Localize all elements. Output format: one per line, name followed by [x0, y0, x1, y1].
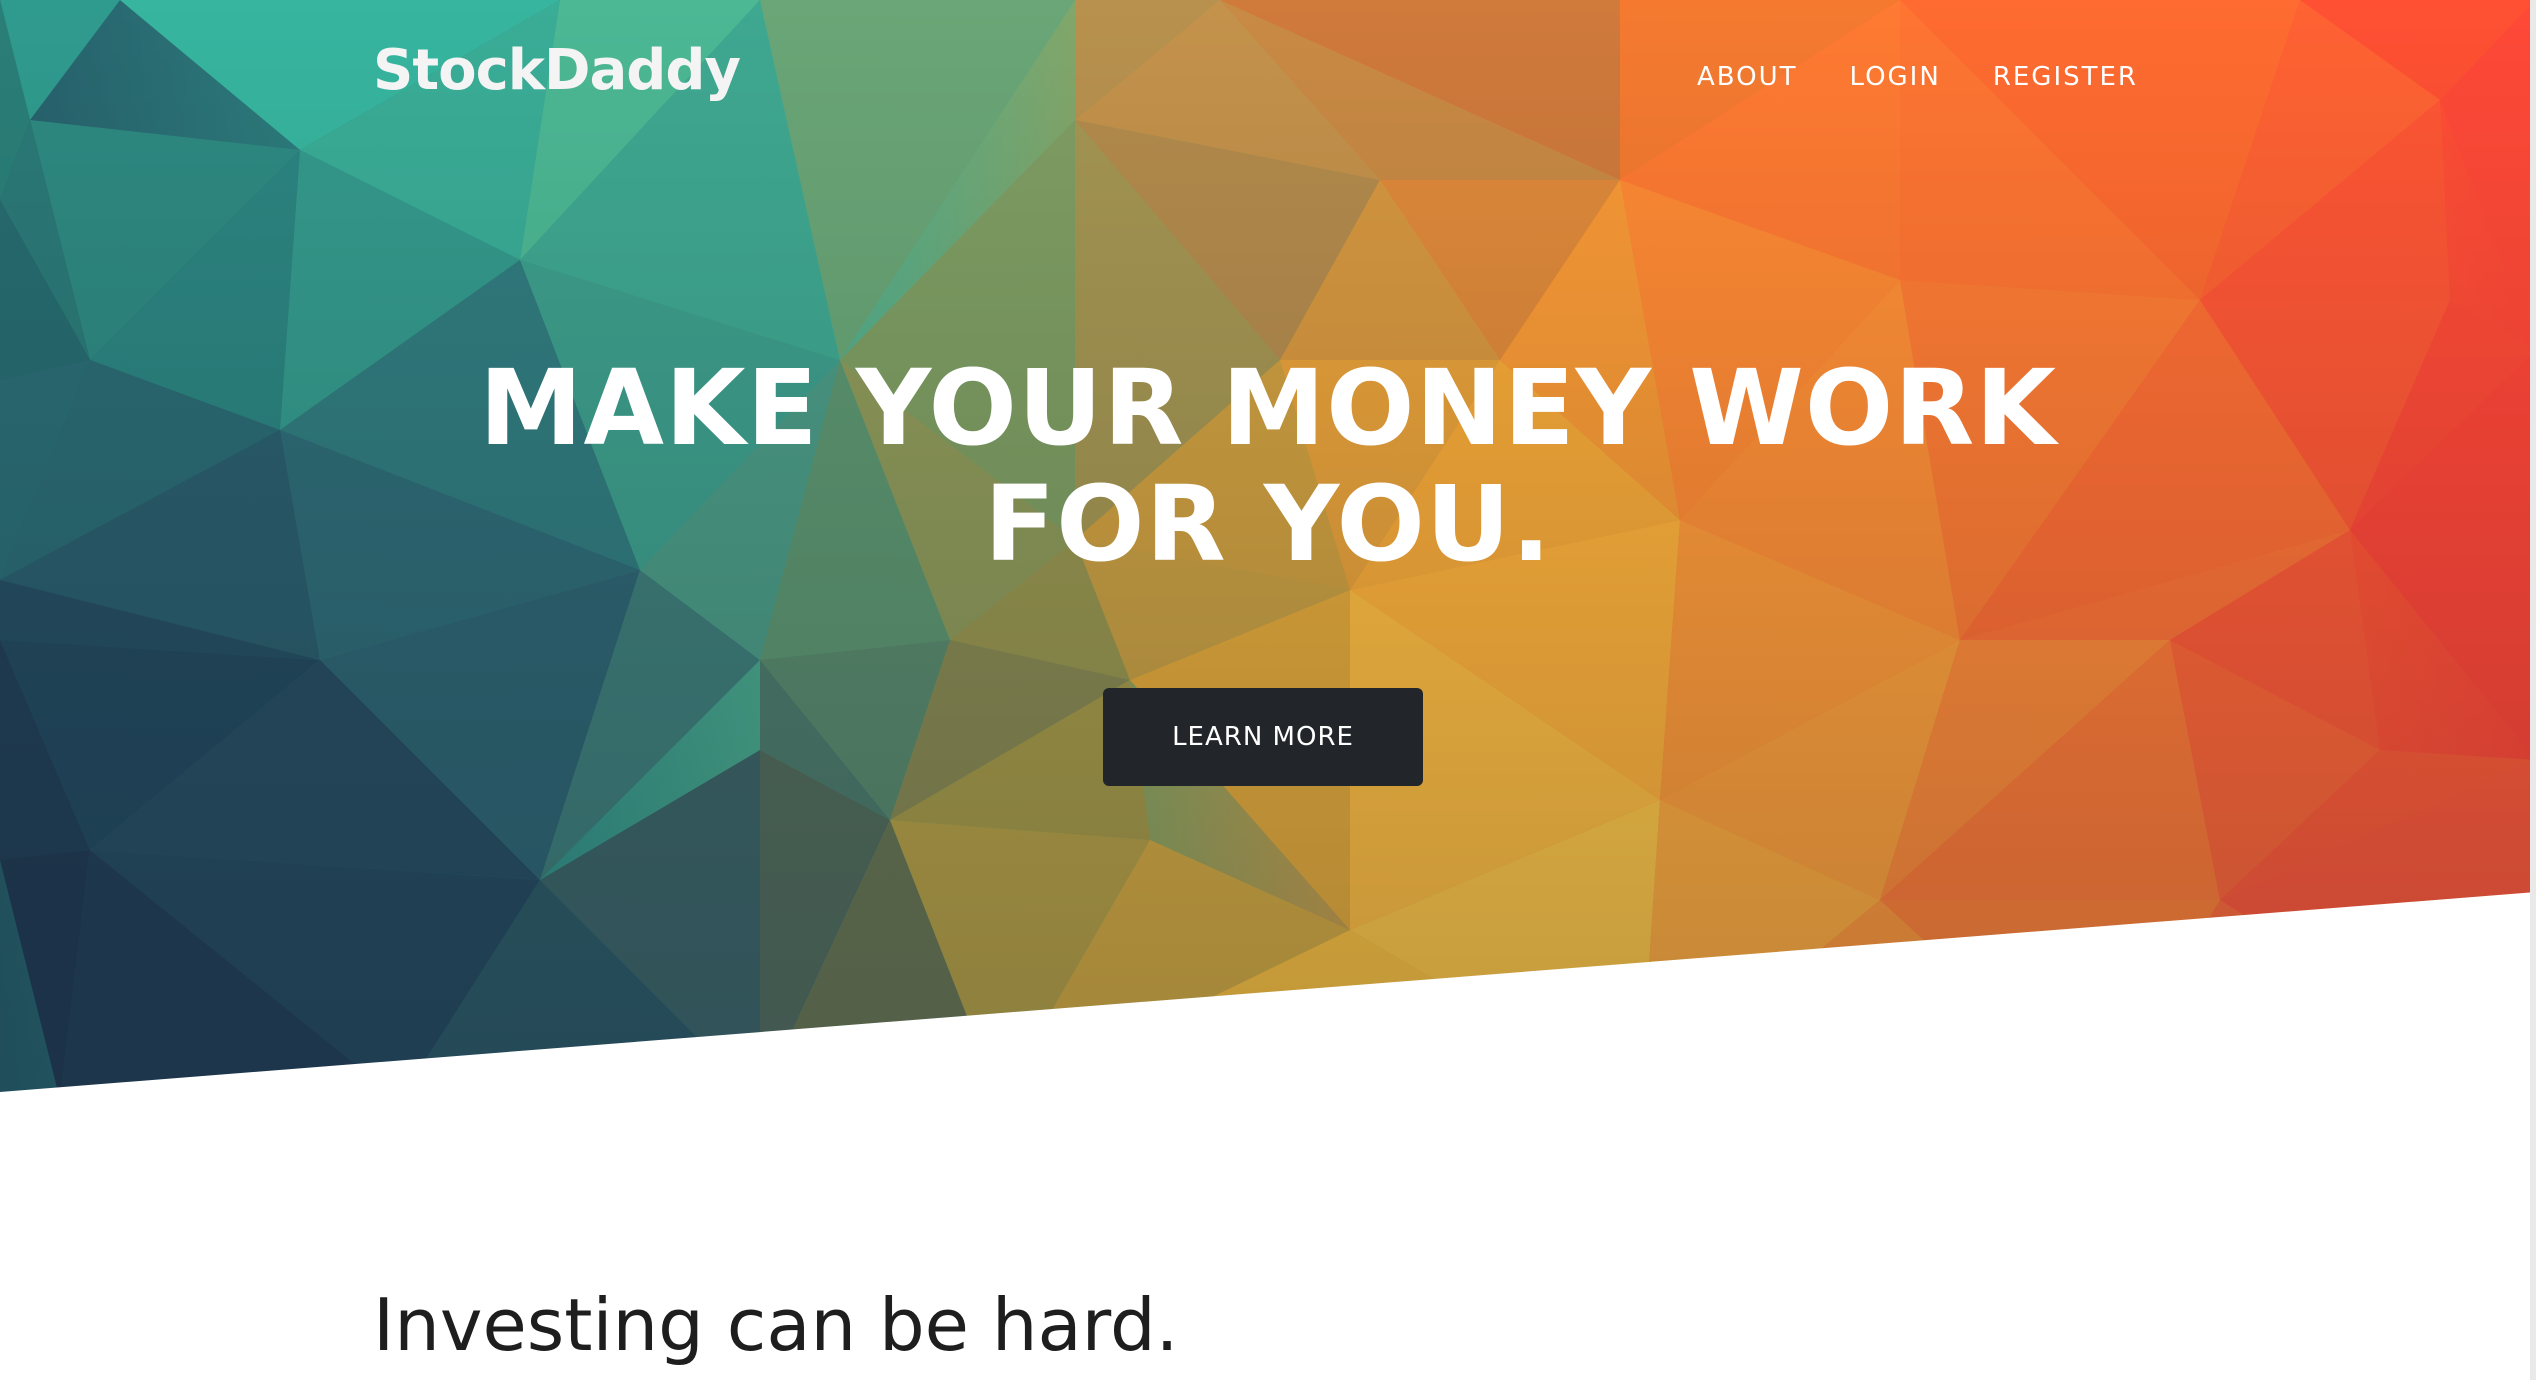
top-navbar: StockDaddy ABOUT LOGIN REGISTER [0, 0, 2536, 160]
brand-logo[interactable]: StockDaddy [373, 38, 741, 103]
learn-more-button[interactable]: LEARN MORE [1103, 688, 1423, 786]
nav-register-link[interactable]: REGISTER [1993, 62, 2138, 92]
hero-title-line-1: MAKE YOUR MONEY WORK [479, 347, 2057, 469]
hero-section: StockDaddy ABOUT LOGIN REGISTER MAKE YOU… [0, 0, 2536, 1100]
landing-page: StockDaddy ABOUT LOGIN REGISTER MAKE YOU… [0, 0, 2536, 1380]
section-heading: Investing can be hard. [373, 1283, 1179, 1367]
nav-login-link[interactable]: LOGIN [1850, 62, 1941, 92]
hero-title: MAKE YOUR MONEY WORK FOR YOU. [268, 350, 2268, 582]
nav-links: ABOUT LOGIN REGISTER [1697, 62, 2138, 92]
hero-title-line-2: FOR YOU. [984, 463, 1552, 585]
nav-about-link[interactable]: ABOUT [1697, 62, 1798, 92]
window-scrollbar[interactable] [2530, 0, 2536, 1380]
